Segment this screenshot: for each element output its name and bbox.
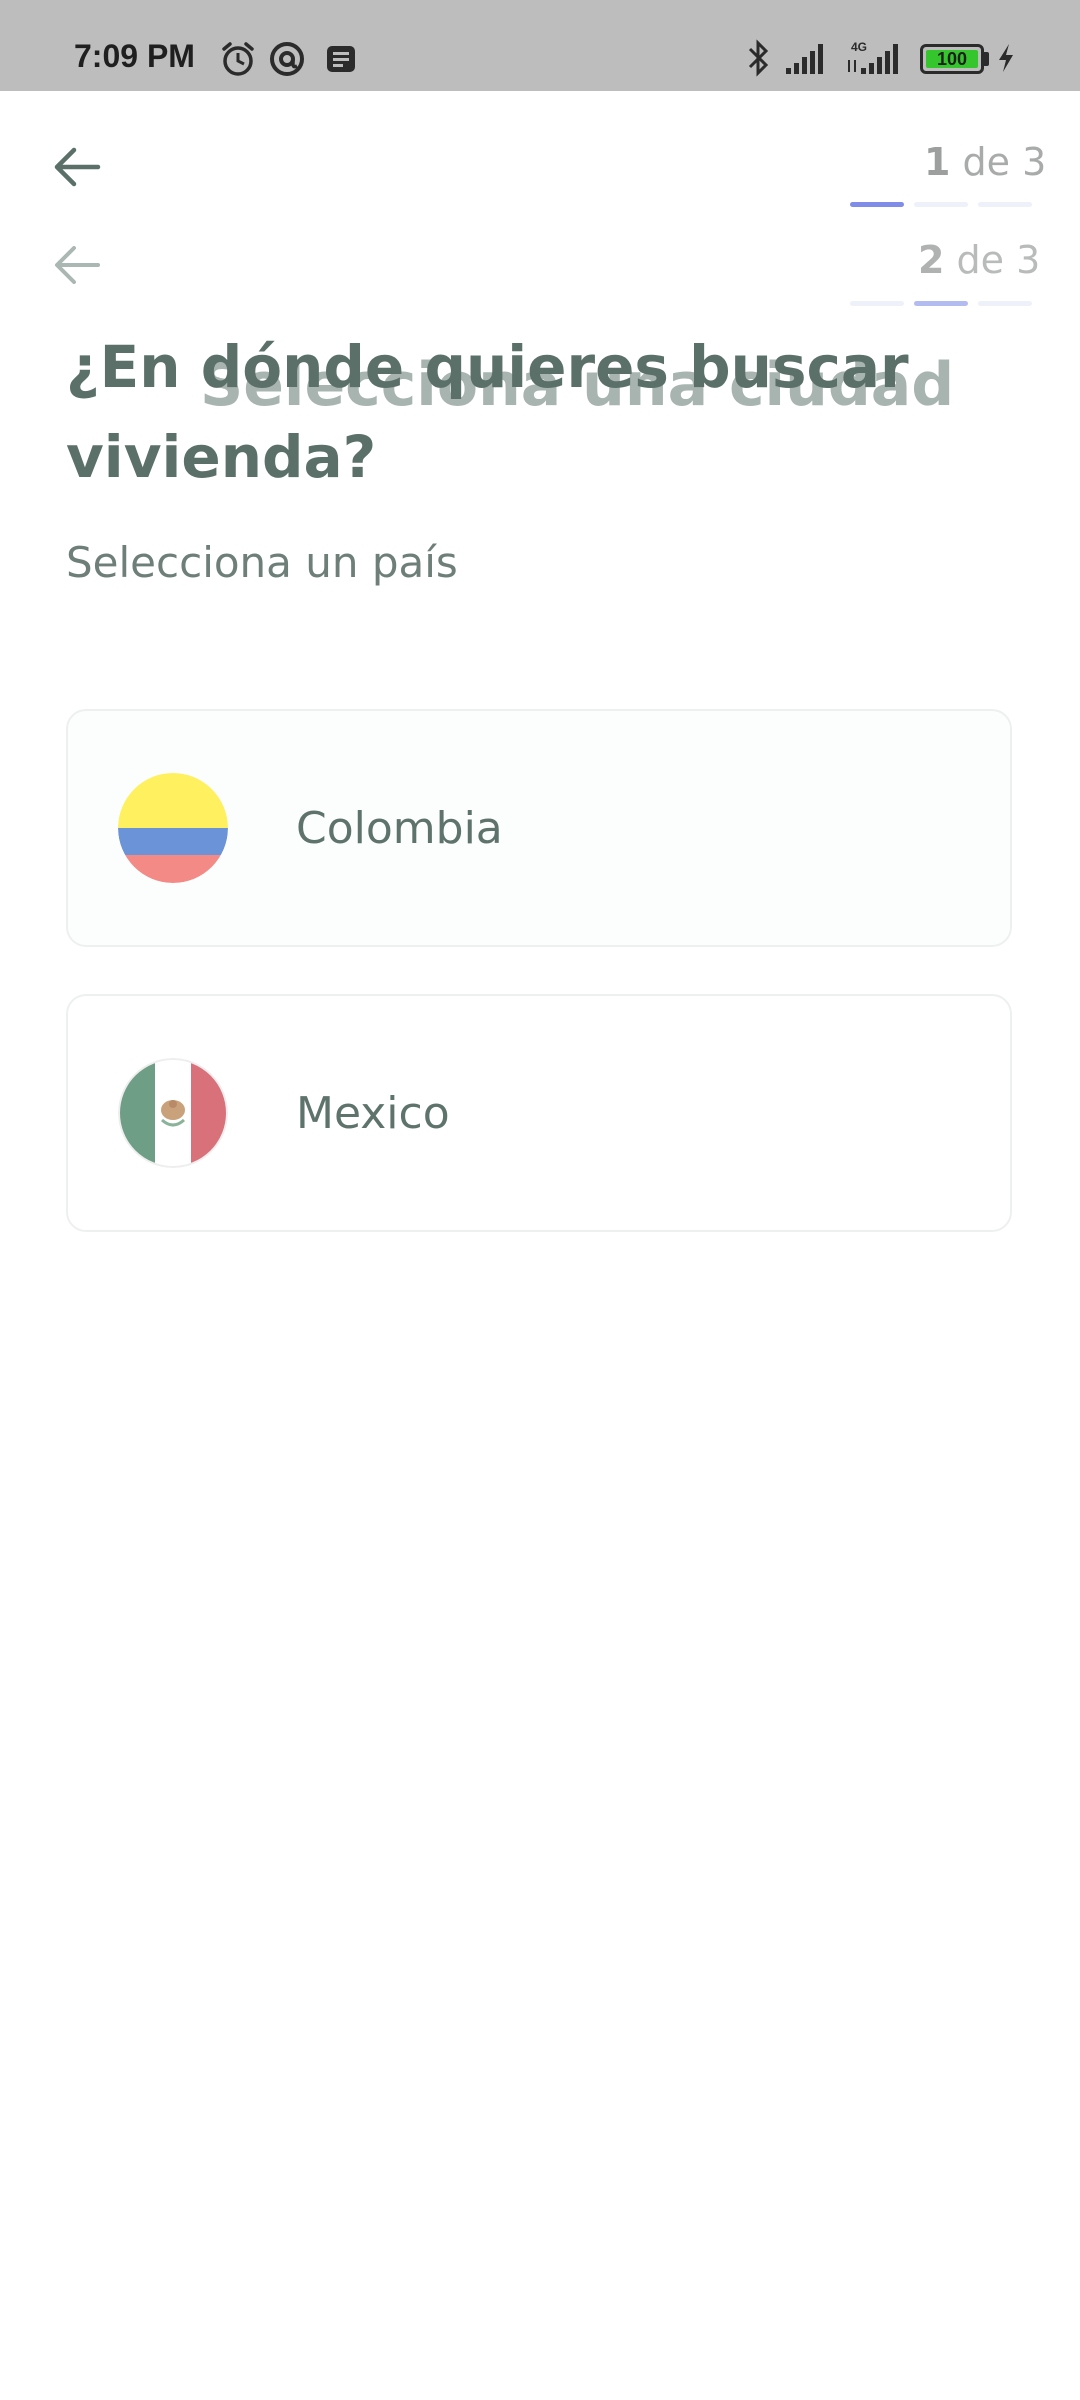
step-current: 2 <box>918 238 945 282</box>
mexico-flag-icon <box>118 1058 228 1168</box>
subtitle: Selecciona un país <box>66 538 458 587</box>
charging-icon <box>999 44 1013 72</box>
step-indicator-ghost: 2 de 3 <box>918 238 1040 282</box>
back-button[interactable] <box>42 132 112 202</box>
page-title: ¿En dónde quieres buscar vivienda? <box>66 333 909 491</box>
signal-4g-icon: 4G <box>848 40 898 74</box>
step-separator: de <box>956 238 1005 282</box>
battery-level: 100 <box>926 49 978 69</box>
progress-segment-1 <box>850 202 904 207</box>
progress-segment-2 <box>914 202 968 207</box>
step-total: 3 <box>1016 238 1041 282</box>
progress-segment-2-ghost <box>914 301 968 306</box>
status-time: 7:09 PM <box>74 38 195 74</box>
progress-segment-1-ghost <box>850 301 904 306</box>
arrow-left-icon <box>54 147 101 187</box>
country-name: Mexico <box>296 1087 450 1139</box>
battery-icon: 100 <box>920 44 984 74</box>
colombia-flag-icon <box>118 773 228 883</box>
back-button-ghost[interactable] <box>42 230 112 300</box>
signal-icon <box>786 44 823 74</box>
step-total: 3 <box>1022 140 1047 184</box>
progress-segment-3 <box>978 202 1032 207</box>
step-current: 1 <box>924 140 951 184</box>
notification-icon <box>327 46 355 72</box>
country-option-mexico[interactable]: Mexico <box>66 994 1012 1232</box>
status-bar: 7:09 PM 4G 100 <box>0 0 1080 91</box>
arrow-left-icon <box>55 246 100 284</box>
svg-text:4G: 4G <box>851 40 867 54</box>
bluetooth-icon <box>748 39 769 77</box>
step-separator: de <box>962 140 1011 184</box>
step-indicator: 1 de 3 <box>924 140 1046 184</box>
country-name: Colombia <box>296 802 503 854</box>
battery-cap <box>984 52 989 66</box>
country-option-colombia[interactable]: Colombia <box>66 709 1012 947</box>
vpn-icon <box>270 42 304 76</box>
progress-segment-3-ghost <box>978 301 1032 306</box>
alarm-icon <box>222 42 254 76</box>
